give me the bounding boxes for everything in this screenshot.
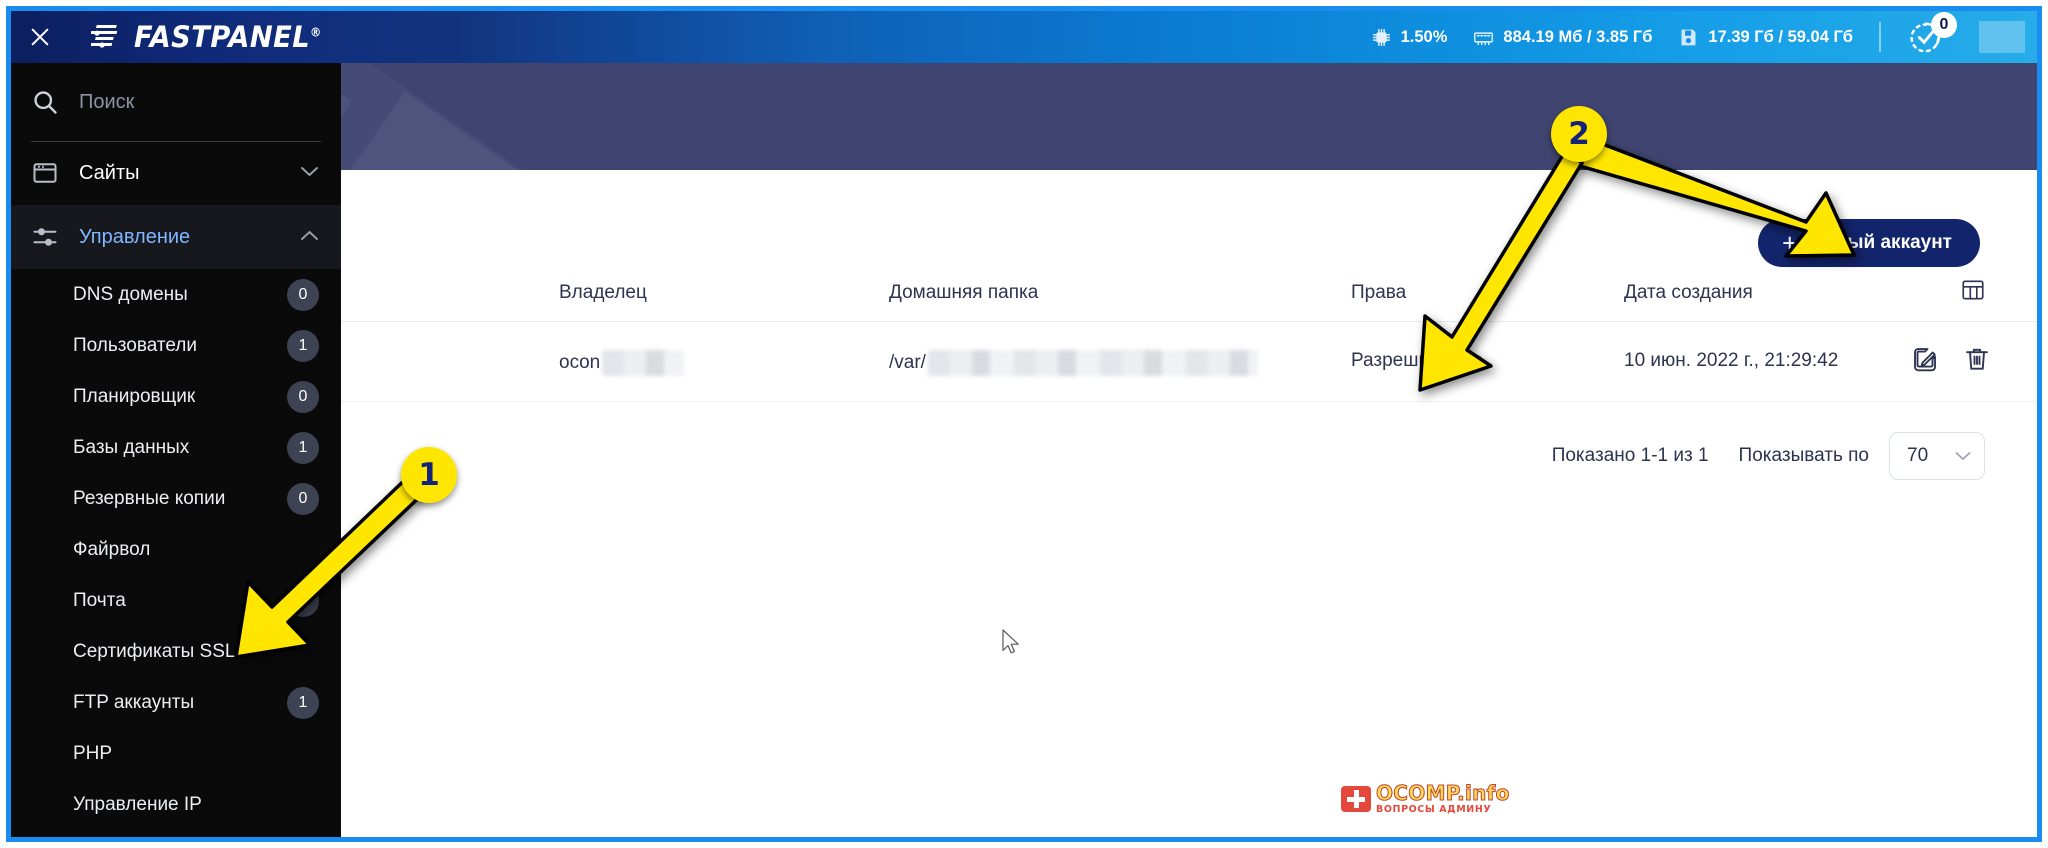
cell-date: 10 июн. 2022 г., 21:29:42 — [1624, 350, 1839, 371]
tasks-badge: 0 — [1931, 12, 1957, 38]
stat-disk: 17.39 Гб / 59.04 Гб — [1678, 27, 1853, 48]
sidebar-group-label: Управление — [79, 225, 191, 248]
sidebar-item-label: Файрвол — [73, 538, 151, 560]
sidebar-item-label: Сертификаты SSL — [73, 640, 236, 662]
table-columns-icon[interactable] — [1960, 277, 1986, 303]
chevron-down-icon — [300, 165, 319, 181]
search-underline — [31, 141, 321, 142]
cell-owner-text: ocon — [559, 352, 601, 373]
ram-icon — [1473, 27, 1494, 48]
stat-ram: 884.19 Мб / 3.85 Гб — [1473, 27, 1652, 48]
sidebar-item-label: Почта — [73, 589, 126, 611]
sidebar-search[interactable] — [11, 63, 341, 141]
fastpanel-mark-icon — [89, 24, 125, 50]
search-input[interactable] — [79, 90, 279, 114]
shown-count: Показано 1-1 из 1 — [1551, 445, 1709, 466]
sidebar-item-label: FTP аккаунты — [73, 691, 195, 713]
sidebar-item-label: Резервные копии — [73, 487, 226, 509]
sidebar-item-label: PHP — [73, 742, 113, 764]
annotation-badge-2: 2 — [1551, 106, 1607, 162]
sites-icon — [31, 159, 59, 187]
pagination: Показано 1-1 из 1 Показывать по 70 — [1552, 432, 1985, 480]
server-stats: 1.50% 884.19 Мб / 3.85 Гб 17.39 Гб / 59.… — [1371, 11, 2037, 63]
sidebar-item-badge: 1 — [287, 686, 319, 719]
sidebar-item-label: Планировщик — [73, 385, 196, 407]
sidebar-item-dns-domains[interactable]: DNS домены 0 — [11, 269, 341, 320]
sidebar-item-php[interactable]: PHP — [11, 728, 341, 779]
sidebar-group-sites[interactable]: Сайты — [11, 141, 341, 205]
cell-home-text: /var/ — [889, 352, 926, 373]
sidebar-group-label: Сайты — [79, 161, 140, 184]
sidebar-item-badge: 0 — [287, 380, 319, 413]
sidebar-item-databases[interactable]: Базы данных 1 — [11, 422, 341, 473]
new-account-label: Новый аккаунт — [1810, 232, 1952, 253]
stat-cpu: 1.50% — [1371, 27, 1448, 48]
redacted-home-path — [927, 350, 1258, 376]
sidebar-item-badge: 0 — [287, 584, 319, 617]
column-header-home[interactable]: Домашняя папка — [889, 282, 1038, 304]
sidebar: Сайты Управление DNS домены 0 — [11, 63, 341, 837]
column-header-owner[interactable]: Владелец — [559, 282, 647, 304]
sidebar-item-badge: 1 — [287, 329, 319, 362]
sidebar-item-ip-management[interactable]: Управление IP — [11, 779, 341, 830]
browser-window: FASTPANEL® 1.50% 884.19 Мб / 3.85 Гб 17.… — [0, 0, 2048, 848]
stat-ram-value: 884.19 Мб / 3.85 Гб — [1503, 27, 1653, 46]
search-icon — [31, 88, 59, 116]
sidebar-item-firewall[interactable]: Файрвол — [11, 524, 341, 575]
annotation-badge-1: 1 — [401, 447, 457, 503]
sidebar-group-settings[interactable]: Настройки — [11, 836, 341, 837]
sidebar-item-badge: 0 — [287, 278, 319, 311]
disk-icon — [1678, 27, 1699, 48]
cell-rights: Разрешить все — [1351, 350, 1483, 371]
trash-icon[interactable] — [1962, 344, 1992, 374]
sidebar-item-mail[interactable]: Почта 0 — [11, 575, 341, 626]
sidebar-item-label: DNS домены — [73, 283, 188, 305]
column-header-date[interactable]: Дата создания — [1624, 282, 1753, 304]
cpu-icon — [1371, 27, 1392, 48]
sidebar-item-label: Пользователи — [73, 334, 198, 356]
sidebar-item-badge: 1 — [287, 431, 319, 464]
column-header-rights[interactable]: Права — [1351, 282, 1406, 304]
sidebar-item-ssl-certificates[interactable]: Сертификаты SSL — [11, 626, 341, 677]
top-bar: FASTPANEL® 1.50% 884.19 Мб / 3.85 Гб 17.… — [11, 11, 2037, 63]
sidebar-item-users[interactable]: Пользователи 1 — [11, 320, 341, 371]
stat-cpu-value: 1.50% — [1400, 27, 1448, 46]
stat-disk-value: 17.39 Гб / 59.04 Гб — [1708, 27, 1853, 46]
chevron-up-icon — [300, 229, 319, 245]
redacted-owner — [602, 350, 685, 376]
per-page-value: 70 — [1907, 445, 1929, 466]
sidebar-item-label: Базы данных — [73, 436, 190, 458]
sidebar-item-ftp-accounts[interactable]: FTP аккаунты 1 — [11, 677, 341, 728]
management-icon — [31, 223, 59, 251]
sidebar-item-scheduler[interactable]: Планировщик 0 — [11, 371, 341, 422]
fastpanel-logo[interactable]: FASTPANEL® — [89, 20, 334, 54]
close-icon[interactable] — [11, 11, 69, 63]
per-page-select[interactable]: 70 — [1889, 432, 1985, 480]
cell-owner: ocon — [559, 350, 685, 376]
sidebar-group-management[interactable]: Управление — [11, 205, 341, 269]
edit-icon[interactable] — [1910, 344, 1940, 374]
chevron-down-icon — [1955, 448, 1971, 465]
cell-home: /var/ — [889, 350, 1258, 376]
per-page-label: Показывать по — [1738, 445, 1869, 466]
brand-text: FASTPANEL® — [134, 20, 322, 54]
row-actions — [1910, 344, 1992, 374]
divider — [1879, 22, 1881, 52]
sidebar-item-backups[interactable]: Резервные копии 0 — [11, 473, 341, 524]
plus-icon: + — [1782, 228, 1798, 258]
sidebar-item-badge: 0 — [287, 482, 319, 515]
sidebar-item-label: Управление IP — [73, 793, 202, 815]
tasks-button[interactable]: 0 — [1907, 12, 1957, 56]
user-avatar[interactable] — [1979, 21, 2025, 53]
